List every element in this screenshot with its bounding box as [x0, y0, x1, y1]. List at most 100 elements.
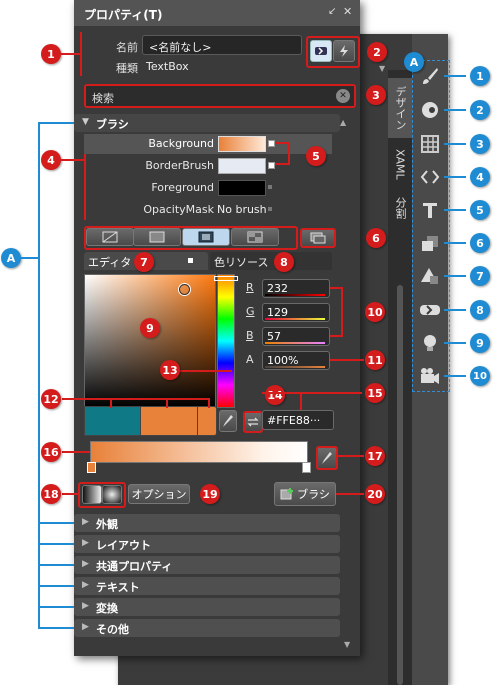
callout-line: [178, 370, 232, 372]
light-bulb-icon[interactable]: [416, 329, 444, 357]
hex-field[interactable]: #FFE88···: [262, 410, 334, 430]
g-field[interactable]: 129: [262, 303, 330, 322]
asset-icon[interactable]: [416, 296, 444, 324]
borderbrush-swatch[interactable]: [218, 158, 266, 174]
section-title: レイアウト: [96, 539, 151, 552]
hex-value: #FFE88···: [267, 414, 321, 427]
callout-tool-8: 8: [470, 300, 490, 320]
foreground-swatch[interactable]: [218, 180, 266, 196]
advanced-marker[interactable]: [268, 185, 272, 189]
color-mode-button[interactable]: [243, 411, 263, 433]
color-canvas[interactable]: [84, 274, 216, 408]
tab-color-resources[interactable]: 色リソース: [210, 252, 332, 270]
callout-bracket: [38, 122, 40, 627]
name-label: 名前: [116, 41, 138, 54]
resource-brush-button[interactable]: [300, 228, 336, 248]
tab-color-resources-label: 色リソース: [214, 256, 269, 269]
callout-line: [275, 142, 289, 144]
callout-6: 6: [366, 228, 386, 248]
no-brush-button[interactable]: [86, 228, 134, 246]
scroll-down-icon[interactable]: ▼: [379, 64, 385, 73]
section-title: 変換: [96, 602, 118, 615]
callout-11: 11: [365, 350, 385, 370]
color-icon[interactable]: [416, 96, 444, 124]
initial-color-swatch[interactable]: [84, 406, 142, 436]
scroll-up-icon[interactable]: ▲: [340, 118, 346, 127]
expand-icon: ▶: [82, 601, 89, 611]
last-color-swatch[interactable]: [197, 406, 217, 436]
gradient-stop-start[interactable]: [87, 462, 96, 473]
search-box[interactable]: 検索 ✕: [84, 84, 356, 108]
gradient-stop-end[interactable]: [302, 462, 311, 473]
callout-line: [20, 257, 38, 259]
radial-gradient-button[interactable]: [102, 485, 122, 504]
advanced-marker[interactable]: [188, 258, 193, 263]
callout-16: 16: [41, 442, 61, 462]
options-button[interactable]: オプション: [128, 484, 190, 504]
background-swatch[interactable]: [218, 136, 266, 152]
code-icon[interactable]: [416, 163, 444, 191]
property-label: OpacityMask: [143, 203, 214, 216]
r-field[interactable]: 232: [262, 279, 330, 298]
color-picker-handle[interactable]: [179, 284, 190, 295]
callout-line: [444, 209, 466, 211]
callout-line: [444, 75, 466, 77]
section-brush[interactable]: ▼ ブラシ: [74, 114, 340, 132]
name-field[interactable]: <名前なし>: [142, 35, 302, 55]
expand-icon: ▶: [82, 580, 89, 590]
b-field[interactable]: 57: [262, 327, 330, 346]
gradient-brush-button[interactable]: [182, 228, 230, 246]
section-text[interactable]: ▶ テキスト: [74, 577, 340, 595]
tile-brush-button[interactable]: [231, 228, 279, 246]
hue-slider-thumb[interactable]: [214, 276, 238, 281]
eyedropper-button[interactable]: [219, 410, 237, 432]
search-input[interactable]: 検索: [92, 90, 114, 106]
tab-split[interactable]: 分割: [388, 188, 412, 228]
callout-line: [300, 392, 302, 410]
scroll-down-icon[interactable]: ▼: [344, 640, 350, 649]
callout-10: 10: [365, 302, 385, 322]
callout-line: [60, 159, 84, 161]
callout-line: [275, 163, 289, 165]
callout-line: [444, 176, 466, 178]
property-row-opacitymask[interactable]: OpacityMask No brush: [84, 200, 332, 220]
tab-xaml[interactable]: XAML: [388, 142, 412, 186]
callout-line: [336, 455, 364, 457]
gradient-bar[interactable]: [90, 441, 308, 463]
callout-line: [444, 143, 466, 145]
advanced-marker[interactable]: [268, 207, 272, 211]
section-layout[interactable]: ▶ レイアウト: [74, 535, 340, 553]
camera-icon[interactable]: [416, 362, 444, 390]
opacitymask-value: No brush: [217, 203, 267, 216]
callout-line: [38, 564, 74, 566]
section-miscellaneous[interactable]: ▶ その他: [74, 619, 340, 637]
hue-slider[interactable]: [217, 274, 235, 408]
callout-line: [62, 451, 90, 453]
convert-to-resource-button[interactable]: ブラシ: [274, 482, 336, 506]
section-title: 共通プロパティ: [96, 560, 173, 573]
advanced-marker[interactable]: [268, 162, 275, 169]
section-transform[interactable]: ▶ 変換: [74, 598, 340, 616]
gradient-eyedropper-button[interactable]: [316, 446, 338, 470]
property-row-borderbrush[interactable]: BorderBrush: [84, 156, 332, 176]
grid-icon[interactable]: [416, 130, 444, 158]
advanced-marker[interactable]: [268, 140, 275, 147]
clear-search-icon[interactable]: ✕: [336, 89, 350, 103]
callout-18: 18: [41, 484, 61, 504]
section-appearance[interactable]: ▶ 外観: [74, 514, 340, 532]
current-color-swatch[interactable]: [140, 406, 198, 436]
pin-icon[interactable]: ↙: [328, 6, 336, 17]
close-icon[interactable]: ✕: [343, 5, 352, 18]
layers-icon[interactable]: [416, 229, 444, 257]
property-row-foreground[interactable]: Foreground: [84, 178, 332, 198]
text-icon[interactable]: [416, 196, 444, 224]
section-common-properties[interactable]: ▶ 共通プロパティ: [74, 556, 340, 574]
linear-gradient-button[interactable]: [82, 485, 102, 504]
property-row-background[interactable]: Background: [84, 134, 332, 154]
shapes-icon[interactable]: [416, 262, 444, 290]
solid-brush-button[interactable]: [133, 228, 181, 246]
a-field[interactable]: 100%: [262, 351, 330, 370]
callout-box: [306, 36, 360, 68]
window-scrollbar[interactable]: [397, 285, 403, 685]
tab-design[interactable]: デザイン: [388, 78, 412, 138]
